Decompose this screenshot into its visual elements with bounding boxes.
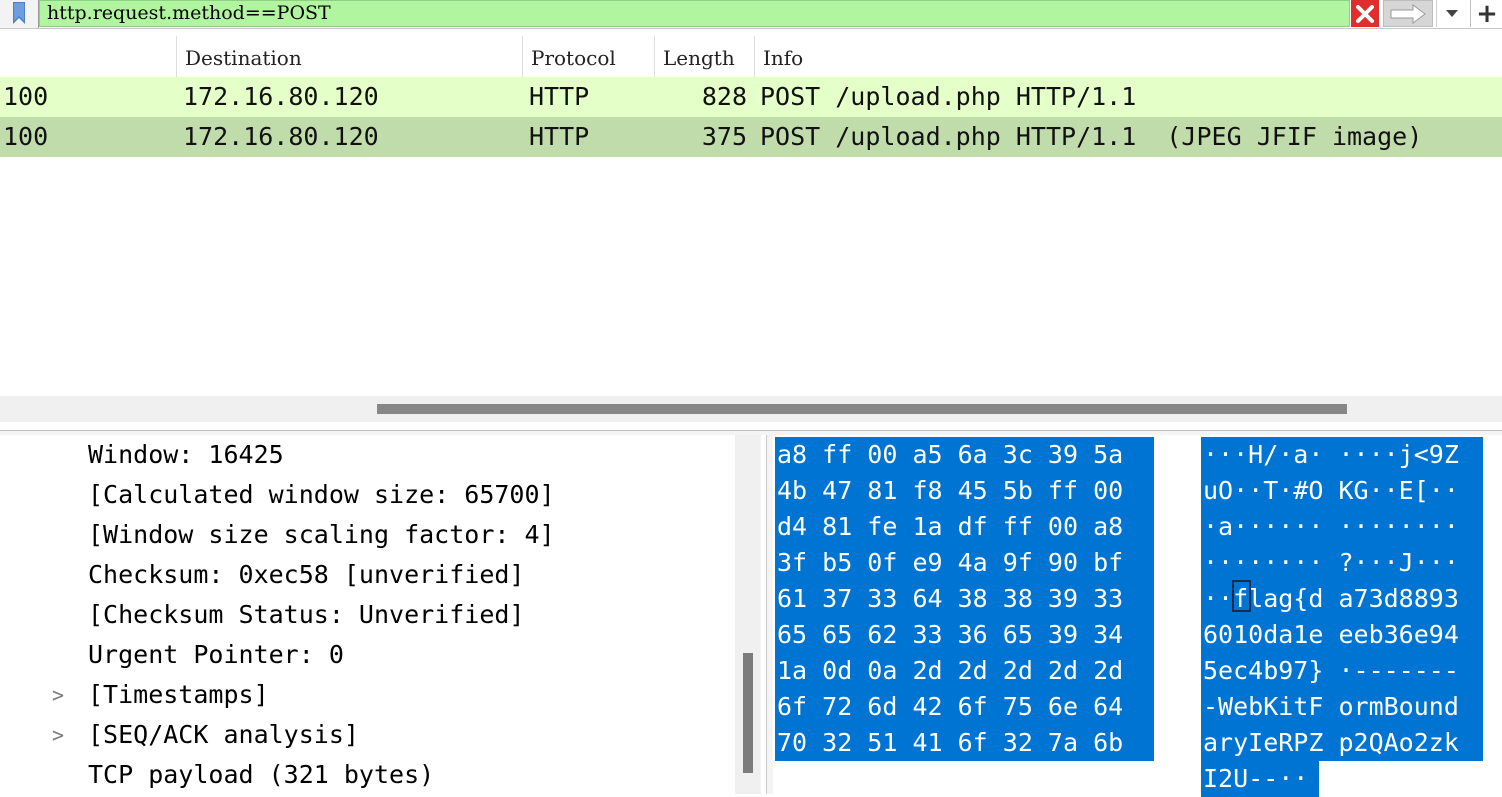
detail-text: Window: 16425 [88, 440, 284, 469]
packet-list-horizontal-scrollbar[interactable] [0, 396, 1502, 422]
bytes-pane-splitter[interactable] [766, 435, 773, 794]
hex-bytes-row[interactable]: 4b 47 81 f8 45 5b ff 00 [775, 473, 1154, 509]
packet-length: 375 [701, 122, 747, 151]
plus-icon: + [1476, 0, 1498, 29]
horizontal-scrollbar-thumb[interactable] [377, 404, 1347, 414]
detail-row[interactable]: TCP payload (321 bytes) [0, 755, 735, 795]
ascii-bytes-row[interactable]: 6010da1e eeb36e94 [1201, 617, 1483, 653]
hex-bytes-row[interactable]: 70 32 51 41 6f 32 7a 6b [775, 725, 1154, 761]
ascii-bytes-row[interactable]: ········ ?···J··· [1201, 545, 1483, 581]
display-filter-toolbar: http.request.method==POST + [0, 0, 1502, 29]
packet-destination: 172.16.80.120 [183, 82, 379, 111]
packet-length: 828 [701, 82, 747, 111]
ascii-bytes-row[interactable]: I2U--·· [1201, 761, 1319, 797]
column-header-info[interactable]: Info [754, 36, 1502, 78]
clear-x-icon [1356, 4, 1374, 23]
expand-chevron-icon[interactable]: > [52, 715, 64, 755]
detail-text: [Timestamps] [88, 680, 269, 709]
expand-chevron-icon[interactable]: > [52, 675, 64, 715]
display-filter-input[interactable]: http.request.method==POST [39, 0, 1350, 27]
detail-row[interactable]: [Calculated window size: 65700] [0, 475, 735, 515]
chevron-down-icon [1446, 9, 1458, 17]
detail-text: TCP payload (321 bytes) [88, 760, 435, 789]
detail-row[interactable]: Checksum: 0xec58 [unverified] [0, 555, 735, 595]
detail-row[interactable]: Window: 16425 [0, 435, 735, 475]
packet-protocol: HTTP [529, 122, 590, 151]
bookmark-icon [13, 2, 25, 24]
packet-source: 100 [3, 122, 49, 151]
column-header-destination[interactable]: Destination [176, 36, 522, 78]
packet-destination: 172.16.80.120 [183, 122, 379, 151]
ascii-bytes-row[interactable]: -WebKitF ormBound [1201, 689, 1483, 725]
detail-text: [Window size scaling factor: 4] [88, 520, 555, 549]
ascii-bytes-row[interactable]: 5ec4b97} ·------- [1201, 653, 1483, 689]
hex-bytes-row[interactable]: 65 65 62 33 36 65 39 34 [775, 617, 1154, 653]
packet-info: POST /upload.php HTTP/1.1 (JPEG JFIF ima… [760, 122, 1423, 151]
detail-row[interactable]: > [SEQ/ACK analysis] [0, 715, 735, 755]
add-filter-button[interactable]: + [1470, 0, 1502, 27]
column-header-length[interactable]: Length [654, 36, 754, 78]
hex-bytes-row[interactable]: 1a 0d 0a 2d 2d 2d 2d 2d [775, 653, 1154, 689]
ascii-bytes-row[interactable]: ···H/·a· ····j<9Z [1201, 437, 1483, 473]
apply-filter-button[interactable] [1383, 0, 1433, 27]
detail-row[interactable]: [Window size scaling factor: 4] [0, 515, 735, 555]
detail-text: [Checksum Status: Unverified] [88, 600, 525, 629]
packet-row-selected[interactable]: 100 172.16.80.120 HTTP 375 POST /upload.… [0, 117, 1502, 157]
detail-row[interactable]: > [Timestamps] [0, 675, 735, 715]
packet-list-header: Destination Protocol Length Info [0, 36, 1502, 78]
ascii-bytes-row[interactable]: aryIeRPZ p2QAo2zk [1201, 725, 1483, 761]
recent-filters-dropdown[interactable] [1436, 0, 1467, 27]
detail-text: Urgent Pointer: 0 [88, 640, 344, 669]
ascii-bytes-row[interactable]: uO··T·#O KG··E[·· [1201, 473, 1483, 509]
arrow-right-icon [1390, 3, 1426, 24]
byte-cursor [1232, 580, 1251, 612]
packet-row[interactable]: 100 172.16.80.120 HTTP 828 POST /upload.… [0, 77, 1502, 117]
hex-bytes-row[interactable]: 6f 72 6d 42 6f 75 6e 64 [775, 689, 1154, 725]
detail-text: Checksum: 0xec58 [unverified] [88, 560, 525, 589]
hex-bytes-row[interactable]: d4 81 fe 1a df ff 00 a8 [775, 509, 1154, 545]
packet-source: 100 [3, 82, 49, 111]
ascii-bytes-row[interactable]: ·a······ ········ [1201, 509, 1483, 545]
column-header-protocol[interactable]: Protocol [522, 36, 654, 78]
detail-text: [SEQ/ACK analysis] [88, 720, 359, 749]
filter-bookmark-button[interactable] [0, 0, 39, 28]
details-vertical-scrollbar[interactable] [735, 435, 761, 794]
column-header-source[interactable] [0, 36, 176, 78]
detail-row[interactable]: [Checksum Status: Unverified] [0, 595, 735, 635]
detail-text: [Calculated window size: 65700] [88, 480, 555, 509]
hex-bytes-row[interactable]: 61 37 33 64 38 38 39 33 [775, 581, 1154, 617]
packet-details-pane: Window: 16425 [Calculated window size: 65… [0, 435, 735, 794]
packet-info: POST /upload.php HTTP/1.1 [760, 82, 1137, 111]
hex-bytes-row[interactable]: 3f b5 0f e9 4a 9f 90 bf [775, 545, 1154, 581]
hex-bytes-row[interactable]: a8 ff 00 a5 6a 3c 39 5a [775, 437, 1154, 473]
clear-filter-button[interactable] [1351, 0, 1379, 27]
detail-row[interactable]: Urgent Pointer: 0 [0, 635, 735, 675]
vertical-scrollbar-thumb[interactable] [743, 653, 753, 773]
packet-protocol: HTTP [529, 82, 590, 111]
